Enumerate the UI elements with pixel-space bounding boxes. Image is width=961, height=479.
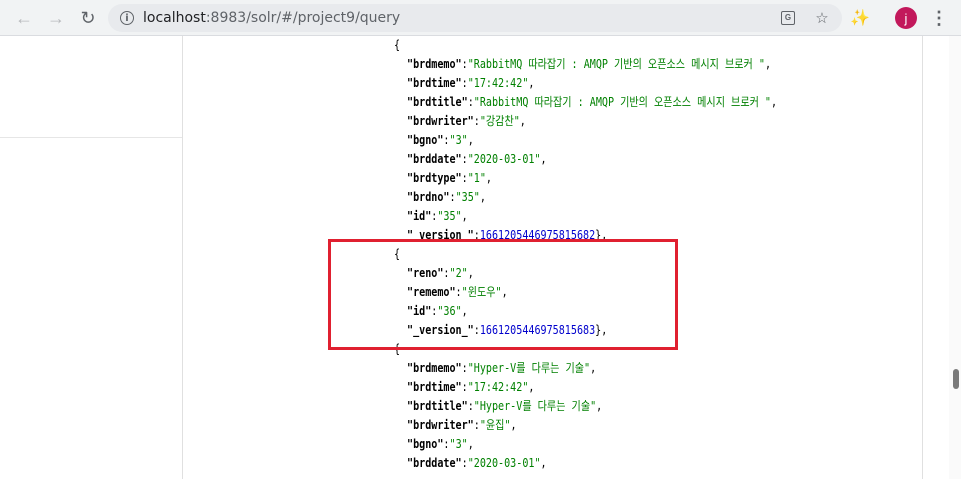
json-field: "bgno":"3", xyxy=(407,131,474,150)
json-value: "2020-03-01" xyxy=(467,152,541,166)
json-punct: , xyxy=(596,399,603,413)
forward-arrow-icon[interactable]: → xyxy=(44,6,68,30)
bookmark-star-icon[interactable]: ☆ xyxy=(812,8,832,28)
json-punct: , xyxy=(467,133,474,147)
json-punct: , xyxy=(540,456,547,470)
json-field: "brdmemo":"RabbitMQ 따라잡기 : AMQP 기반의 오픈소스… xyxy=(407,55,771,74)
json-value: "35" xyxy=(455,190,480,204)
url-path: :8983/solr/#/project9/query xyxy=(205,10,401,26)
json-punct: , xyxy=(479,190,486,204)
scrollbar-track[interactable] xyxy=(949,36,961,479)
json-value: "윤집" xyxy=(479,418,511,432)
json-field: "brdtitle":"RabbitMQ 따라잡기 : AMQP 기반의 오픈소… xyxy=(407,93,777,112)
json-key: "id" xyxy=(407,209,432,223)
back-arrow-icon[interactable]: ← xyxy=(12,6,36,30)
json-key: "brdmemo" xyxy=(407,361,462,375)
address-bar[interactable]: i localhost:8983/solr/#/project9/query G… xyxy=(108,4,842,32)
reload-icon[interactable]: ↻ xyxy=(76,6,100,30)
json-value: "Hyper-V를 다루는 기술" xyxy=(467,361,591,375)
info-icon[interactable]: i xyxy=(120,11,134,25)
json-brace: { xyxy=(394,36,400,55)
json-value: "강감찬" xyxy=(479,114,520,128)
json-punct: , xyxy=(461,209,468,223)
json-punct: , xyxy=(764,57,772,71)
json-key: "brdwriter" xyxy=(407,418,474,432)
json-value: "17:42:42" xyxy=(467,76,529,90)
json-punct: , xyxy=(467,437,474,451)
json-value: "35" xyxy=(437,209,462,223)
translate-icon[interactable]: G xyxy=(778,8,798,28)
kebab-menu-icon[interactable]: ⋮ xyxy=(929,7,949,29)
json-key: "brdtype" xyxy=(407,171,462,185)
json-field: "brdno":"35", xyxy=(407,188,486,207)
json-key: "brddate" xyxy=(407,152,462,166)
json-punct: , xyxy=(590,361,597,375)
json-key: "brdtime" xyxy=(407,380,462,394)
url-host: localhost xyxy=(143,10,206,26)
json-key: "brdno" xyxy=(407,190,450,204)
highlight-box xyxy=(328,239,678,350)
json-key: "brdtime" xyxy=(407,76,462,90)
avatar[interactable]: j xyxy=(895,7,917,29)
json-value: "3" xyxy=(449,133,468,147)
json-field: "id":"35", xyxy=(407,207,468,226)
json-value: "17:42:42" xyxy=(467,380,529,394)
json-punct: , xyxy=(540,152,547,166)
json-value: "Hyper-V를 다루는 기술" xyxy=(473,399,597,413)
browser-toolbar: ← → ↻ i localhost:8983/solr/#/project9/q… xyxy=(0,0,961,36)
json-key: "brdtitle" xyxy=(407,399,468,413)
json-field: "brdmemo":"Hyper-V를 다루는 기술", xyxy=(407,359,596,378)
json-value: "RabbitMQ 따라잡기 : AMQP 기반의 오픈소스 메시지 브로커 " xyxy=(473,95,772,109)
json-punct: , xyxy=(528,76,535,90)
scrollbar-thumb[interactable] xyxy=(953,369,959,389)
brace-text: { xyxy=(394,38,401,52)
json-punct: , xyxy=(771,95,778,109)
json-punct: , xyxy=(485,171,492,185)
json-value: "1" xyxy=(467,171,486,185)
json-key: "bgno" xyxy=(407,133,444,147)
json-field: "brddate":"2020-03-01", xyxy=(407,454,547,473)
json-punct: , xyxy=(510,418,517,432)
json-punct: , xyxy=(528,380,535,394)
json-field: "brdwriter":"강감찬", xyxy=(407,112,526,131)
json-field: "brdtype":"1", xyxy=(407,169,492,188)
json-value: "RabbitMQ 따라잡기 : AMQP 기반의 오픈소스 메시지 브로커 " xyxy=(467,57,765,71)
json-field: "brdtitle":"Hyper-V를 다루는 기술", xyxy=(407,397,602,416)
json-field: "brdwriter":"윤집", xyxy=(407,416,517,435)
content-border-right xyxy=(922,36,923,479)
json-field: "brdtime":"17:42:42", xyxy=(407,378,534,397)
url-text[interactable]: localhost:8983/solr/#/project9/query xyxy=(143,10,400,26)
pdf-extension-icon[interactable]: ✨ xyxy=(849,7,871,29)
json-field: "brddate":"2020-03-01", xyxy=(407,150,547,169)
json-value: "3" xyxy=(449,437,468,451)
json-punct: , xyxy=(519,114,526,128)
json-value: "2020-03-01" xyxy=(467,456,541,470)
json-key: "bgno" xyxy=(407,437,444,451)
json-field: "brdtime":"17:42:42", xyxy=(407,74,534,93)
json-key: "brdwriter" xyxy=(407,114,474,128)
json-key: "brdtitle" xyxy=(407,95,468,109)
json-key: "brddate" xyxy=(407,456,462,470)
json-field: "bgno":"3", xyxy=(407,435,474,454)
json-key: "brdmemo" xyxy=(407,57,462,71)
